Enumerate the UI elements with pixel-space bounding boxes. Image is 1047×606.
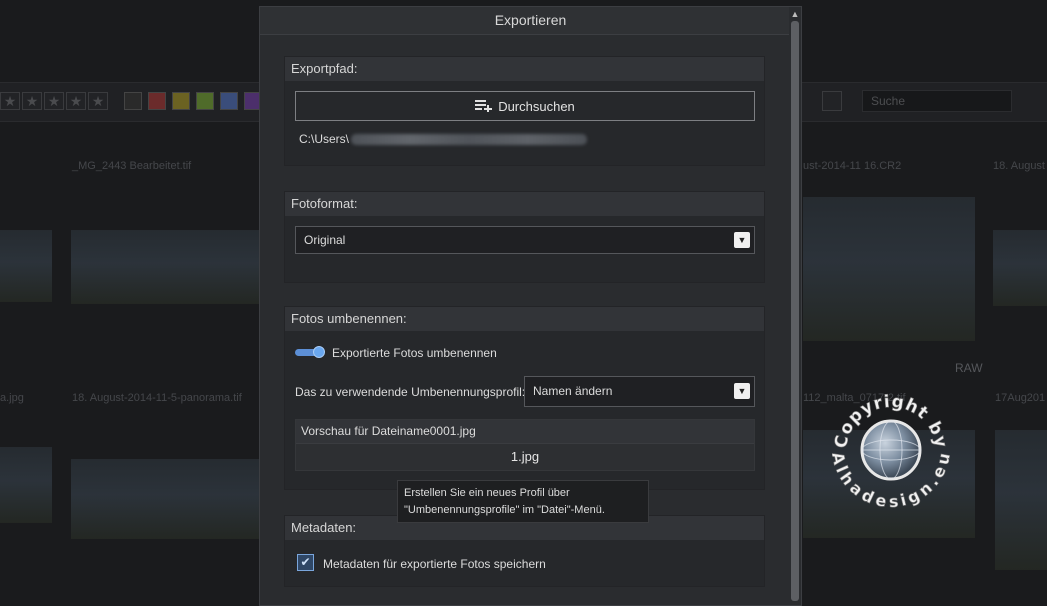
rename-toggle[interactable] <box>295 346 325 358</box>
thumb-caption: _MG_2443 Bearbeitet.tif <box>72 160 192 172</box>
star-icon: ★ <box>88 92 108 110</box>
browse-button-label: Durchsuchen <box>498 98 575 114</box>
color-filter-red <box>148 92 166 110</box>
color-filter-yellow <box>172 92 190 110</box>
color-filter-blue <box>220 92 238 110</box>
photo-thumbnail <box>993 230 1047 306</box>
copyright-watermark-logo: Copyright by Alhadesign.eu <box>832 391 950 510</box>
photo-thumbnail <box>71 459 259 539</box>
thumb-caption: 18. August <box>993 160 1045 172</box>
path-prefix: C:\Users\ <box>299 132 350 146</box>
export-path-value: C:\Users\ <box>299 132 588 146</box>
rating-filter: ★ ★ ★ ★ ★ <box>0 92 108 112</box>
photo-thumbnail <box>0 447 52 523</box>
photo-format-section: Fotoformat: Original ▼ <box>284 191 765 283</box>
photo-thumbnail <box>803 197 975 341</box>
color-filter-green <box>196 92 214 110</box>
photo-format-select[interactable]: Original ▼ <box>295 226 755 254</box>
chevron-down-icon[interactable]: ▼ <box>734 383 750 399</box>
star-icon: ★ <box>66 92 86 110</box>
raw-badge: RAW <box>955 361 983 375</box>
toggle-knob <box>313 346 325 358</box>
add-list-icon <box>475 100 493 112</box>
rename-profile-label: Das zu verwendende Umbenennungsprofil: <box>295 385 526 399</box>
dialog-title: Exportieren <box>260 7 801 35</box>
metadata-section: Metadaten: ✔ Metadaten für exportierte F… <box>284 515 765 587</box>
star-icon: ★ <box>44 92 64 110</box>
preview-heading: Vorschau für Dateiname0001.jpg <box>296 420 754 444</box>
thumb-caption: a.jpg <box>0 392 24 404</box>
star-icon: ★ <box>22 92 42 110</box>
thumb-caption: 18. August-2014-11-5-panorama.tif <box>72 392 242 404</box>
metadata-checkbox-label: Metadaten für exportierte Fotos speicher… <box>323 557 546 571</box>
thumb-caption: ust-2014-11 16.CR2 <box>803 160 902 172</box>
browse-button[interactable]: Durchsuchen <box>295 91 755 121</box>
thumb-caption: 17Aug201 <box>995 392 1046 404</box>
scroll-up-arrow-icon[interactable]: ▲ <box>790 9 800 19</box>
section-heading: Fotoformat: <box>285 192 764 216</box>
search-input: Suche <box>862 90 1012 112</box>
chevron-down-icon[interactable]: ▼ <box>734 232 750 248</box>
photo-thumbnail <box>71 230 259 304</box>
preview-value: 1.jpg <box>510 449 540 464</box>
photo-format-value: Original <box>304 233 346 247</box>
section-heading: Fotos umbenennen: <box>285 307 764 331</box>
tooltip: Erstellen Sie ein neues Profil über "Umb… <box>397 480 649 523</box>
rename-section: Fotos umbenennen: Exportierte Fotos umbe… <box>284 306 765 490</box>
star-icon: ★ <box>0 92 20 110</box>
scroll-thumb[interactable] <box>791 21 799 601</box>
metadata-checkbox[interactable]: ✔ <box>297 554 314 571</box>
rename-toggle-label: Exportierte Fotos umbenennen <box>332 346 497 360</box>
tooltip-line: "Umbenennungsprofile" im "Datei"-Menü. <box>404 504 605 516</box>
export-path-section: Exportpfad: Durchsuchen C:\Users\ <box>284 56 765 166</box>
tooltip-line: Erstellen Sie ein neues Profil über <box>404 487 570 499</box>
filename-preview: Vorschau für Dateiname0001.jpg 1.jpg <box>295 419 755 471</box>
rename-profile-select[interactable]: Namen ändern ▼ <box>524 376 755 407</box>
photo-thumbnail <box>0 230 52 302</box>
sort-dropdown <box>822 91 842 111</box>
color-filter-none <box>124 92 142 110</box>
dialog-scrollbar[interactable]: ▲ <box>789 7 801 601</box>
photo-thumbnail <box>995 430 1047 570</box>
section-heading: Exportpfad: <box>285 57 764 81</box>
rename-profile-value: Namen ändern <box>533 384 613 398</box>
redacted-path-blur <box>351 133 588 145</box>
